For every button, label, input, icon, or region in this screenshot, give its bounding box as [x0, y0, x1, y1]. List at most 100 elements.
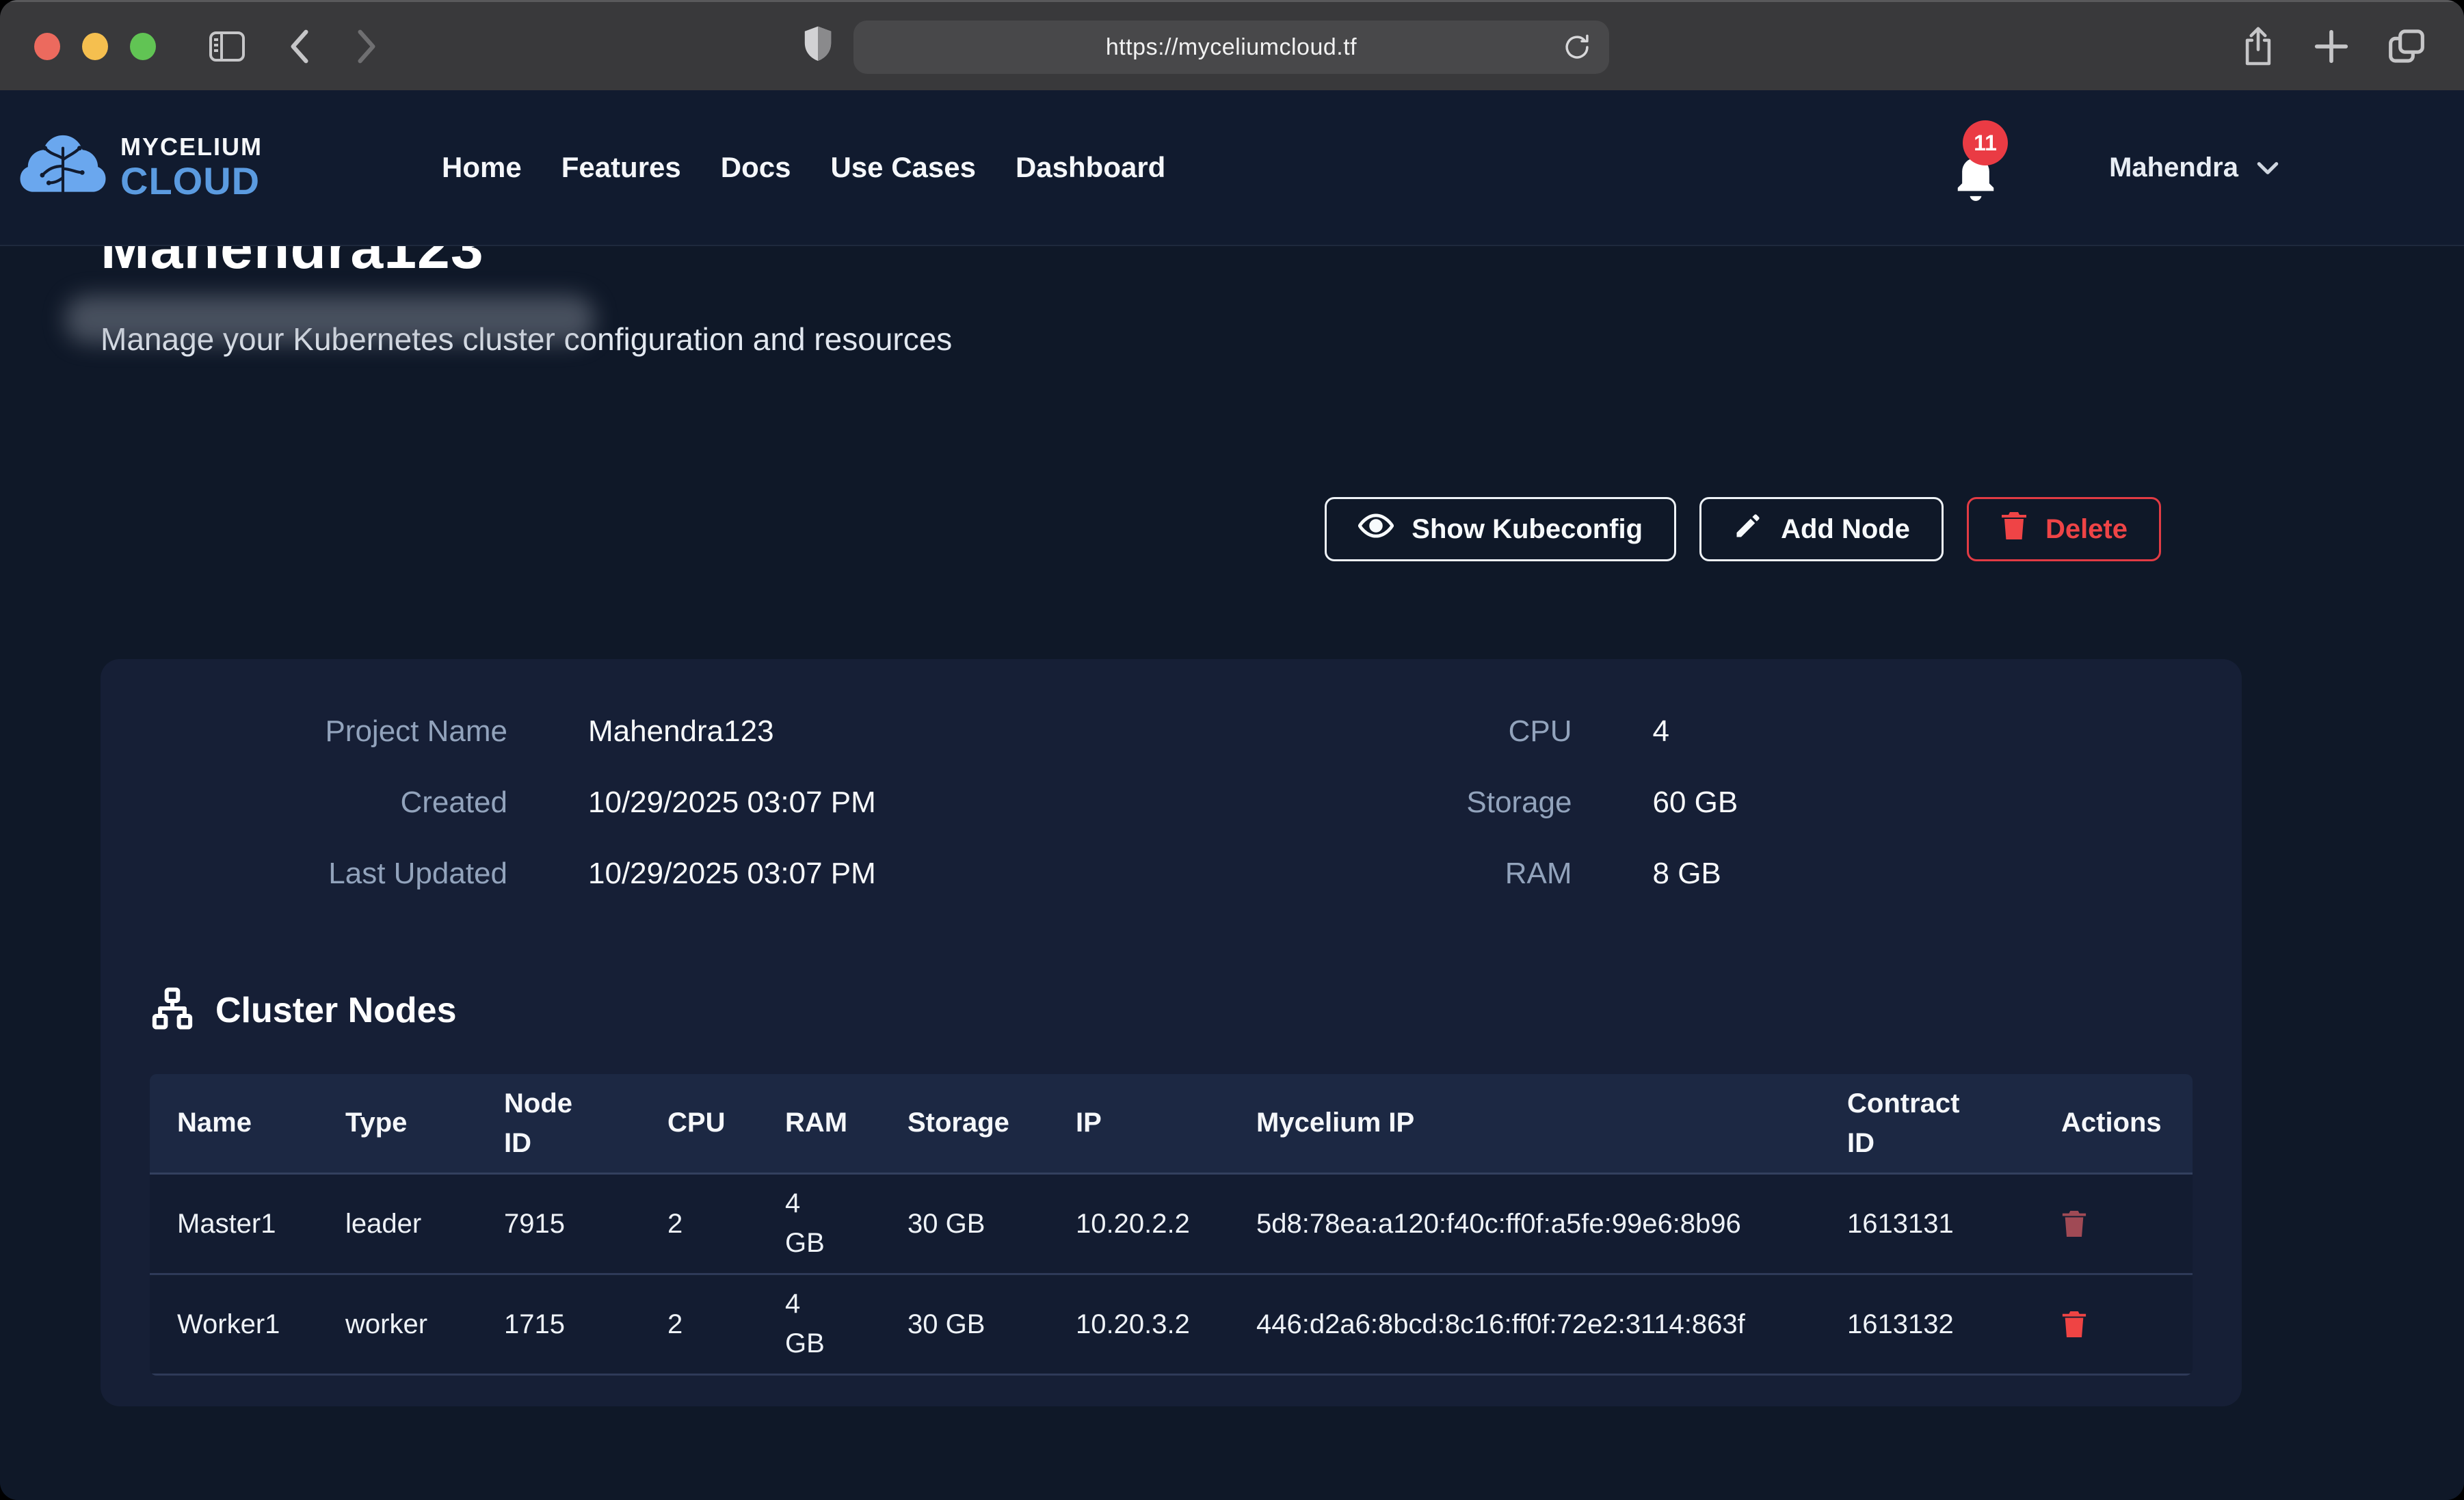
cluster-nodes-icon — [150, 986, 195, 1034]
col-type: Type — [318, 1074, 477, 1173]
site-navbar: MYCELIUM CLOUD Home Features Docs Use Ca… — [0, 90, 2464, 246]
overview-row-project-name: Project Name Mahendra123 — [150, 710, 1171, 753]
page-content: MYCELIUM CLOUD Home Features Docs Use Ca… — [0, 90, 2464, 1500]
user-name: Mahendra — [2109, 152, 2238, 183]
user-menu[interactable]: Mahendra — [2109, 152, 2279, 183]
add-node-label: Add Node — [1781, 514, 1910, 545]
brand-name-bottom: CLOUD — [120, 162, 263, 200]
nav-link-use-cases[interactable]: Use Cases — [830, 151, 975, 184]
col-name: Name — [150, 1074, 318, 1173]
show-kubeconfig-button[interactable]: Show Kubeconfig — [1325, 497, 1676, 561]
chevron-down-icon — [2256, 152, 2279, 183]
overview-row-created: Created 10/29/2025 03:07 PM — [150, 781, 1171, 825]
col-storage: Storage — [880, 1074, 1048, 1173]
project-name-value: Mahendra123 — [507, 714, 1171, 749]
cell-node-id: 7915 — [477, 1173, 640, 1274]
cell-type: leader — [318, 1173, 477, 1274]
cell-contract-id: 1613131 — [1820, 1173, 2034, 1274]
share-icon[interactable] — [2241, 25, 2275, 68]
navbar-right: 11 Mahendra — [1945, 130, 2279, 205]
zoom-window-button[interactable] — [130, 33, 156, 60]
cell-type: worker — [318, 1274, 477, 1374]
mycelium-logo-icon — [19, 132, 107, 204]
show-kubeconfig-label: Show Kubeconfig — [1412, 514, 1643, 545]
tab-overview-icon[interactable] — [2387, 29, 2426, 64]
project-name-label: Project Name — [150, 714, 507, 749]
cell-node-id: 1715 — [477, 1274, 640, 1374]
cell-contract-id: 1613132 — [1820, 1274, 2034, 1374]
col-node-id: Node ID — [477, 1074, 640, 1173]
back-button[interactable] — [287, 29, 312, 64]
traffic-lights — [34, 33, 156, 60]
cluster-nodes-header: Cluster Nodes — [150, 986, 2193, 1034]
delete-cluster-button[interactable]: Delete — [1967, 497, 2161, 561]
delete-label: Delete — [2045, 514, 2128, 545]
nav-link-docs[interactable]: Docs — [721, 151, 791, 184]
cell-actions — [2034, 1274, 2193, 1374]
blurred-redaction-patch — [65, 295, 595, 343]
toolbar-right-icons — [2241, 25, 2426, 68]
delete-node-icon[interactable] — [2061, 1310, 2087, 1339]
cell-name: Worker1 — [150, 1274, 318, 1374]
nodes-table: Name Type Node ID CPU RAM Storage IP Myc… — [150, 1074, 2193, 1376]
eye-icon — [1358, 511, 1394, 548]
cell-ram: 4 GB — [758, 1274, 880, 1374]
col-mycelium-ip: Mycelium IP — [1229, 1074, 1820, 1173]
col-actions: Actions — [2034, 1074, 2193, 1173]
trash-icon — [2000, 511, 2028, 548]
browser-toolbar: https://myceliumcloud.tf — [0, 0, 2464, 90]
cell-storage: 30 GB — [880, 1274, 1048, 1374]
browser-window: https://myceliumcloud.tf — [0, 0, 2464, 1500]
ram-label: RAM — [1171, 857, 1572, 891]
privacy-shield-icon[interactable] — [802, 24, 834, 68]
table-row-master1: Master1 leader 7915 2 4 GB 30 GB 10.20.2… — [150, 1173, 2193, 1274]
cell-ram: 4 GB — [758, 1173, 880, 1274]
brand-logo[interactable]: MYCELIUM CLOUD — [19, 132, 263, 204]
cluster-actions: Show Kubeconfig Add Node Delete — [101, 497, 2161, 561]
overview-row-last-updated: Last Updated 10/29/2025 03:07 PM — [150, 852, 1171, 896]
col-contract-id: Contract ID — [1820, 1074, 2034, 1173]
overview-row-ram: RAM 8 GB — [1171, 852, 2193, 896]
brand-name-top: MYCELIUM — [120, 135, 263, 159]
cluster-nodes-title: Cluster Nodes — [215, 990, 457, 1031]
storage-label: Storage — [1171, 786, 1572, 820]
cluster-overview: Project Name Mahendra123 Created 10/29/2… — [150, 710, 2193, 896]
created-value: 10/29/2025 03:07 PM — [507, 786, 1171, 820]
overview-row-cpu: CPU 4 — [1171, 710, 2193, 753]
col-ram: RAM — [758, 1074, 880, 1173]
add-node-button[interactable]: Add Node — [1699, 497, 1944, 561]
cell-ip: 10.20.2.2 — [1048, 1173, 1229, 1274]
cluster-details-card: Project Name Mahendra123 Created 10/29/2… — [101, 659, 2242, 1406]
cell-cpu: 2 — [640, 1274, 758, 1374]
delete-node-icon[interactable] — [2061, 1209, 2087, 1238]
nav-link-features[interactable]: Features — [561, 151, 681, 184]
close-window-button[interactable] — [34, 33, 60, 60]
url-text: https://myceliumcloud.tf — [1106, 34, 1357, 61]
cell-mycelium-ip: 5d8:78ea:a120:f40c:ff0f:a5fe:99e6:8b96 — [1229, 1173, 1820, 1274]
cell-mycelium-ip: 446:d2a6:8bcd:8c16:ff0f:72e2:3114:863f — [1229, 1274, 1820, 1374]
nav-link-home[interactable]: Home — [442, 151, 522, 184]
cell-name: Master1 — [150, 1173, 318, 1274]
forward-button[interactable] — [354, 29, 379, 64]
refresh-icon[interactable] — [1563, 30, 1591, 64]
cell-storage: 30 GB — [880, 1173, 1048, 1274]
nav-link-dashboard[interactable]: Dashboard — [1016, 151, 1165, 184]
cell-ip: 10.20.3.2 — [1048, 1274, 1229, 1374]
sidebar-toggle-icon[interactable] — [209, 31, 245, 62]
minimize-window-button[interactable] — [82, 33, 108, 60]
cpu-value: 4 — [1572, 714, 2193, 749]
col-ip: IP — [1048, 1074, 1229, 1173]
nodes-table-header-row: Name Type Node ID CPU RAM Storage IP Myc… — [150, 1074, 2193, 1173]
created-label: Created — [150, 786, 507, 820]
storage-value: 60 GB — [1572, 786, 2193, 820]
cell-actions — [2034, 1173, 2193, 1274]
last-updated-label: Last Updated — [150, 857, 507, 891]
pencil-icon — [1733, 511, 1763, 548]
address-bar[interactable]: https://myceliumcloud.tf — [853, 21, 1609, 74]
ram-value: 8 GB — [1572, 857, 2193, 891]
brand-text: MYCELIUM CLOUD — [120, 135, 263, 200]
new-tab-icon[interactable] — [2314, 29, 2349, 64]
table-row-worker1: Worker1 worker 1715 2 4 GB 30 GB 10.20.3… — [150, 1274, 2193, 1374]
main-navigation: Home Features Docs Use Cases Dashboard — [442, 151, 1165, 184]
notifications-button[interactable]: 11 — [1945, 130, 2006, 205]
